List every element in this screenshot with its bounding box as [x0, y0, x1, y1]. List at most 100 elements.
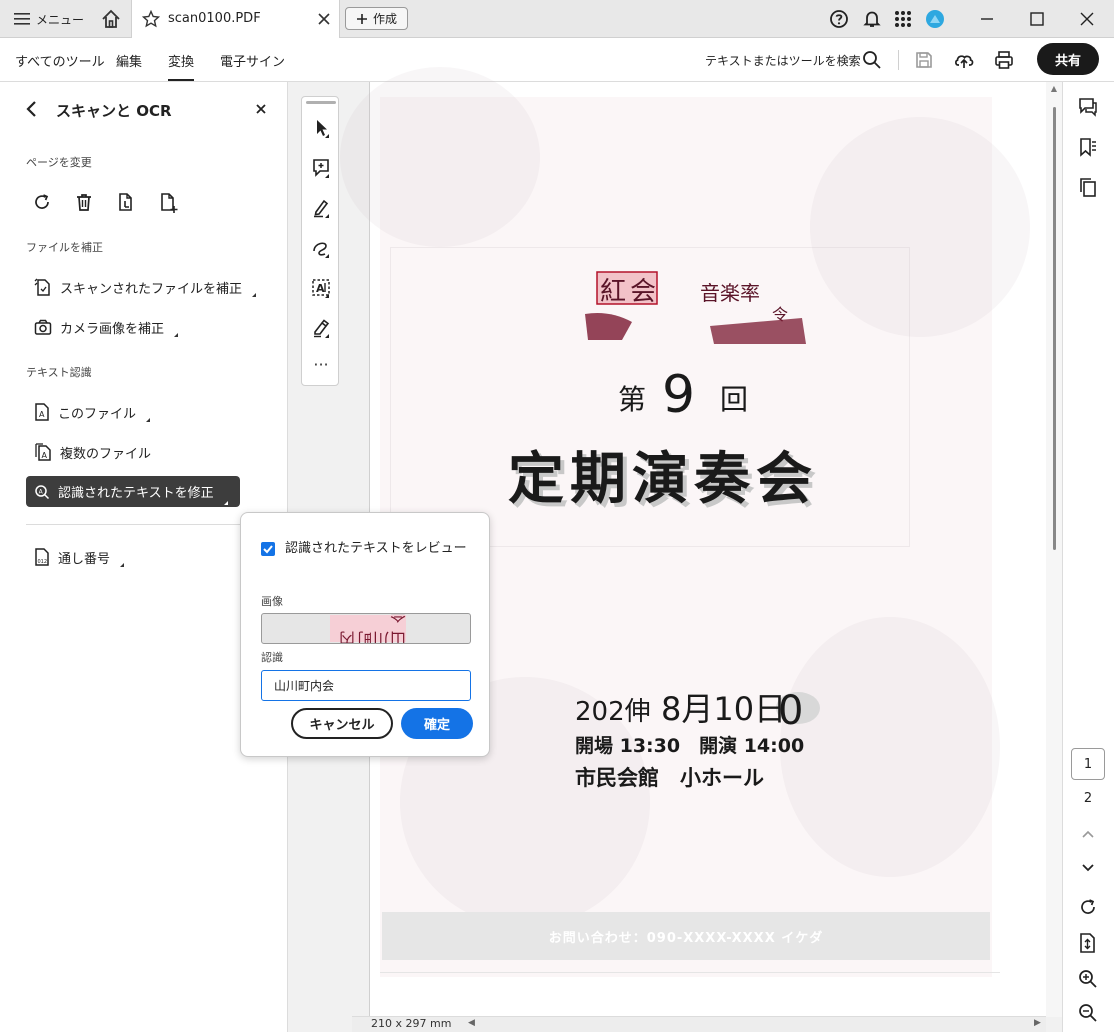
fix-recognized-text-item[interactable]: A 認識されたテキストを修正: [26, 476, 240, 507]
save-icon[interactable]: [913, 49, 935, 71]
source-image-preview: 山川町内会: [261, 613, 471, 644]
contact-text: お問い合わせ：090-XXXX-XXXX イケダ: [548, 930, 824, 946]
sign-pen-icon[interactable]: [311, 317, 333, 339]
camera-icon: [34, 319, 52, 335]
print-icon[interactable]: [993, 49, 1015, 71]
create-button[interactable]: 作成: [345, 7, 408, 30]
submenu-indicator: [223, 501, 228, 505]
svg-text:012: 012: [38, 559, 48, 565]
tool-search-label[interactable]: テキストまたはツールを検索: [705, 52, 861, 69]
scroll-right-arrow[interactable]: ▶: [1034, 1018, 1041, 1028]
maximize-icon[interactable]: [1026, 8, 1048, 30]
review-checkbox[interactable]: [261, 542, 275, 556]
submenu-indicator: [120, 563, 125, 567]
help-icon[interactable]: [829, 9, 849, 29]
horizontal-scrollbar[interactable]: [352, 1016, 1046, 1032]
chevron-down-icon[interactable]: [1077, 860, 1099, 876]
bates-label: 通し番号: [58, 551, 111, 567]
home-icon[interactable]: [100, 8, 122, 30]
scan-fix-icon: [34, 278, 50, 296]
chevron-up-icon[interactable]: [1077, 826, 1099, 842]
star-icon[interactable]: [142, 10, 160, 28]
share-button[interactable]: 共有: [1037, 43, 1099, 75]
select-cursor-icon[interactable]: [311, 117, 333, 139]
fix-camera-image-item[interactable]: カメラ画像を補正: [34, 315, 179, 339]
add-comment-icon[interactable]: [311, 157, 333, 179]
document-tab[interactable]: scan0100.PDF: [131, 0, 340, 38]
comment-icon[interactable]: [1077, 96, 1099, 118]
decorative-stroke: [710, 318, 806, 344]
panel-close-icon[interactable]: [253, 101, 269, 117]
svg-text:A: A: [42, 451, 48, 460]
review-recognized-text-popup: 認識されたテキストをレビュー 画像 山川町内会 認識 山川町内会 キャンセル 確…: [240, 512, 490, 757]
doc-date-year: 202伸: [575, 697, 651, 727]
review-checkbox-label: 認識されたテキストをレビュー: [285, 541, 467, 556]
recognized-text-input[interactable]: 山川町内会: [261, 670, 471, 701]
contact-band: お問い合わせ：090-XXXX-XXXX イケダ: [382, 912, 990, 960]
page-size-label: 210 x 297 mm: [371, 1017, 452, 1030]
multiple-files-item[interactable]: A 複数のファイル: [34, 440, 151, 464]
fix-camera-label: カメラ画像を補正: [60, 321, 165, 337]
source-image-snippet: 山川町内会: [330, 614, 406, 643]
extract-page-icon[interactable]: [116, 192, 136, 212]
tab-all-tools[interactable]: すべてのツール: [15, 51, 105, 70]
doc-times: 開場 13:30 開演 14:00: [575, 734, 804, 757]
bates-numbering-item[interactable]: 012 通し番号: [34, 545, 125, 569]
ocr-file-icon: A: [35, 403, 49, 421]
next-page-number[interactable]: 2: [1071, 791, 1105, 806]
minimize-icon[interactable]: [976, 8, 998, 30]
highlight-pen-icon[interactable]: [311, 197, 333, 219]
scroll-left-arrow[interactable]: ◀: [468, 1018, 475, 1028]
submenu-indicator: [252, 293, 257, 297]
window-close-icon[interactable]: [1076, 8, 1098, 30]
tab-esign[interactable]: 電子サイン: [220, 51, 285, 70]
tab-convert[interactable]: 変換: [168, 51, 195, 81]
this-file-item[interactable]: A このファイル: [34, 400, 151, 424]
rotate-view-icon[interactable]: [1077, 896, 1099, 918]
scroll-up-arrow[interactable]: ▲: [1048, 84, 1060, 93]
current-page-box[interactable]: 1: [1071, 748, 1105, 780]
cancel-button[interactable]: キャンセル: [291, 708, 393, 739]
toolbar-grip[interactable]: [306, 101, 336, 104]
doc-text-red-kanji-1: 紅: [600, 277, 626, 307]
menubar-divider: [898, 50, 899, 70]
doc-date-month-day: 8月10日: [661, 690, 786, 728]
plus-icon: [356, 13, 367, 24]
freehand-draw-icon[interactable]: [311, 237, 333, 259]
fix-scanned-file-item[interactable]: スキャンされたファイルを補正: [34, 275, 257, 299]
cloud-upload-icon[interactable]: [953, 49, 975, 71]
trash-icon[interactable]: [74, 192, 94, 212]
doc-text-red-kanji-2: 会: [630, 277, 656, 307]
right-rail: [1062, 82, 1114, 1032]
doc-edition-prefix: 第: [618, 383, 646, 416]
back-arrow-icon[interactable]: [24, 100, 40, 118]
svg-text:A: A: [39, 410, 45, 419]
vertical-scroll-thumb[interactable]: [1053, 107, 1056, 550]
create-label: 作成: [372, 12, 397, 26]
svg-text:A: A: [39, 488, 44, 495]
more-tools-icon[interactable]: ···: [302, 355, 340, 374]
insert-page-icon[interactable]: [158, 192, 180, 214]
rotate-icon[interactable]: [32, 192, 52, 212]
bell-icon[interactable]: [862, 9, 882, 29]
close-icon[interactable]: [315, 10, 333, 28]
bookmark-icon[interactable]: [1077, 136, 1099, 158]
zoom-in-icon[interactable]: [1077, 968, 1099, 990]
tab-edit[interactable]: 編集: [116, 51, 142, 70]
recognition-label: 認識: [261, 651, 283, 664]
svg-text:A: A: [316, 282, 325, 295]
confirm-button[interactable]: 確定: [401, 708, 473, 739]
search-icon[interactable]: [861, 49, 883, 71]
avatar[interactable]: [925, 9, 945, 29]
fix-scanned-label: スキャンされたファイルを補正: [60, 281, 243, 297]
check-icon: [263, 545, 273, 554]
ocr-multiple-files-icon: A: [35, 443, 51, 461]
apps-grid-icon[interactable]: [893, 9, 913, 29]
text-recognition-tool-icon[interactable]: A: [311, 277, 333, 299]
doc-text-red-music: 音楽率: [700, 281, 760, 305]
page-divider: [380, 972, 1000, 973]
menu-button[interactable]: メニュー: [14, 9, 84, 29]
pages-thumbnail-icon[interactable]: [1077, 176, 1099, 198]
scroll-mode-icon[interactable]: [1077, 932, 1099, 954]
zoom-out-icon[interactable]: [1077, 1002, 1099, 1024]
